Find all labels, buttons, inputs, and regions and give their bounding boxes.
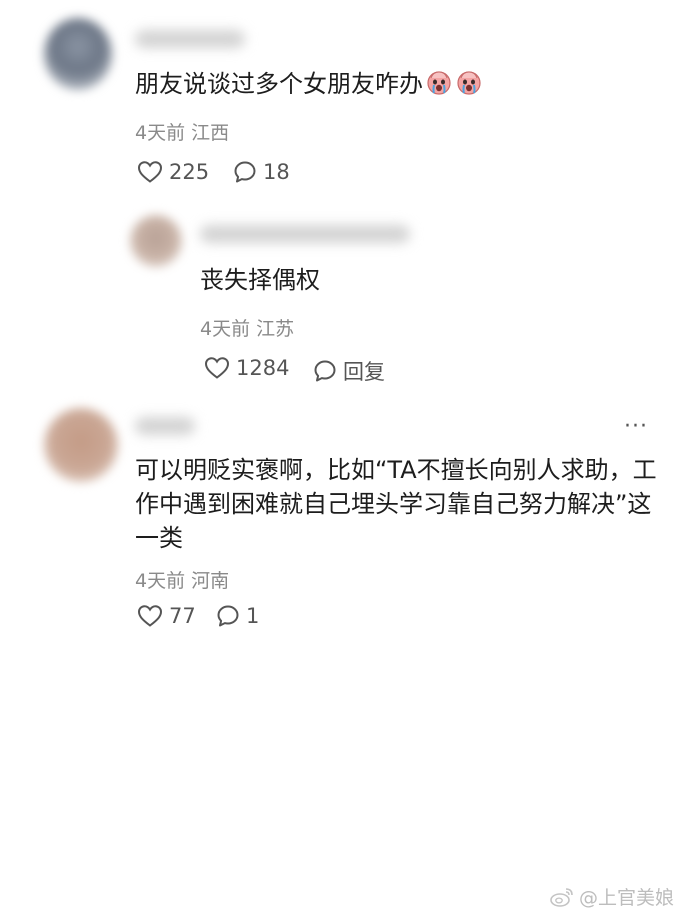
- reply-count: 1: [246, 604, 260, 628]
- reply-button[interactable]: 1: [216, 604, 259, 628]
- reply-button[interactable]: 18: [233, 160, 290, 184]
- comment-text-line: 作中遇到困难就自己埋头学习靠自己努力解决”这: [135, 490, 652, 518]
- heart-icon: [137, 605, 163, 627]
- comment-time: 4天前: [200, 318, 251, 340]
- comment-location: 河南: [191, 570, 230, 592]
- like-button[interactable]: 1284: [204, 356, 289, 380]
- avatar[interactable]: [44, 408, 118, 482]
- more-options-button[interactable]: ···: [624, 414, 648, 439]
- like-count: 1284: [236, 356, 290, 380]
- comment-bubble-icon: [217, 605, 239, 627]
- heart-icon: [204, 357, 230, 379]
- username-blurred[interactable]: [200, 225, 410, 243]
- avatar[interactable]: [44, 18, 112, 90]
- comment-bubble-icon: [234, 161, 256, 183]
- like-button[interactable]: 77: [137, 604, 196, 628]
- comment-meta: 4天前 江西: [135, 118, 229, 145]
- reply-count: 18: [263, 160, 290, 184]
- comment-location: 江西: [191, 122, 230, 144]
- comment-text: 丧失择偶权: [200, 266, 320, 294]
- comment-text: 朋友说谈过多个女朋友咋办: [135, 66, 483, 102]
- comment-time: 4天前: [135, 570, 186, 592]
- crying-face-icon: [427, 71, 451, 95]
- comment-meta: 4天前 江苏: [200, 314, 294, 341]
- comment-meta: 4天前 河南: [135, 566, 229, 593]
- comment-time: 4天前: [135, 122, 186, 144]
- like-count: 225: [169, 160, 210, 184]
- avatar[interactable]: [130, 215, 182, 267]
- reply-label: 回复: [343, 360, 385, 384]
- watermark: @上官美娘: [549, 883, 674, 910]
- comment-text-line: 可以明贬实褒啊，比如“TA不擅长向别人求助，工: [135, 456, 657, 484]
- crying-face-icon: [457, 71, 481, 95]
- heart-icon: [137, 161, 163, 183]
- comment-location: 江苏: [256, 318, 295, 340]
- comment-bubble-icon: [314, 360, 336, 382]
- watermark-text: @上官美娘: [578, 887, 674, 909]
- like-button[interactable]: 225: [137, 160, 209, 184]
- weibo-logo-icon: [550, 887, 573, 907]
- username-blurred[interactable]: [135, 417, 195, 435]
- comment-text-line: 一类: [135, 524, 183, 552]
- username-blurred[interactable]: [135, 30, 245, 48]
- like-count: 77: [169, 604, 196, 628]
- reply-button[interactable]: 回复: [313, 356, 385, 386]
